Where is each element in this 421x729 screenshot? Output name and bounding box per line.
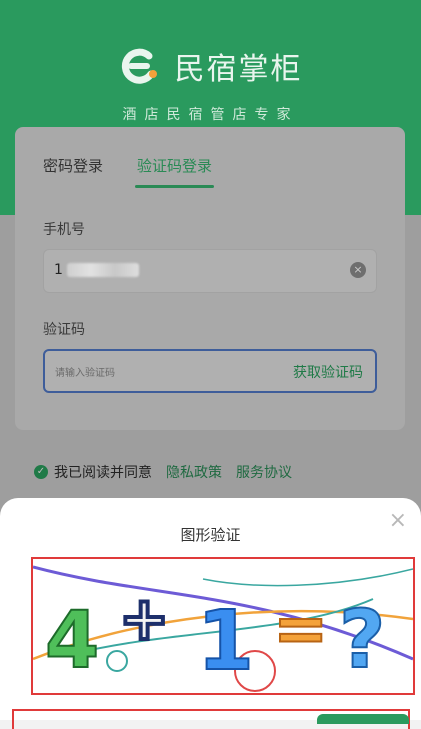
clear-icon[interactable]: × <box>350 262 366 278</box>
tab-password-login[interactable]: 密码登录 <box>43 155 103 176</box>
login-card: 密码登录 验证码登录 手机号 1 × 验证码 请输入验证码 获取验证码 <box>15 127 405 430</box>
tab-code-login[interactable]: 验证码登录 <box>135 155 215 188</box>
captcha-symbol-1: + <box>119 584 169 654</box>
captcha-symbol-2: 1 <box>197 594 254 689</box>
agreement-row: ✓ 我已阅读并同意 隐私政策 服务协议 <box>34 462 292 482</box>
captcha-confirm-button[interactable] <box>317 714 409 724</box>
captcha-symbol-0: 4 <box>45 596 99 686</box>
captcha-symbol-4: ? <box>339 593 385 686</box>
phone-value: 1 <box>54 262 139 278</box>
code-input[interactable]: 请输入验证码 获取验证码 <box>43 349 377 393</box>
privacy-policy-link[interactable]: 隐私政策 <box>166 462 222 482</box>
code-placeholder: 请输入验证码 <box>55 368 115 379</box>
agreement-text: 我已阅读并同意 <box>54 465 152 481</box>
captcha-symbol-3: = <box>273 590 328 667</box>
brand-slogan: 酒店民宿管店专家 <box>122 107 299 123</box>
captcha-title: 图形验证 <box>180 526 241 544</box>
phone-input[interactable]: 1 × <box>43 249 377 293</box>
get-code-button[interactable]: 获取验证码 <box>293 362 363 382</box>
phone-prefix: 1 <box>54 262 63 278</box>
close-icon[interactable]: × <box>389 508 407 533</box>
login-tabs: 密码登录 验证码登录 <box>43 155 215 188</box>
code-label: 验证码 <box>43 322 85 338</box>
phone-redacted <box>66 263 139 277</box>
captcha-image: 4 + 1 = ? <box>31 557 415 695</box>
phone-label: 手机号 <box>43 222 85 238</box>
check-icon[interactable]: ✓ <box>34 465 48 479</box>
captcha-sheet: 图形验证 × 4 + 1 = ? <box>0 498 421 729</box>
brand-name: 民宿掌柜 <box>174 52 303 87</box>
logo-icon <box>119 44 163 88</box>
service-agreement-link[interactable]: 服务协议 <box>236 462 292 482</box>
brand: 民宿掌柜 <box>0 44 421 88</box>
